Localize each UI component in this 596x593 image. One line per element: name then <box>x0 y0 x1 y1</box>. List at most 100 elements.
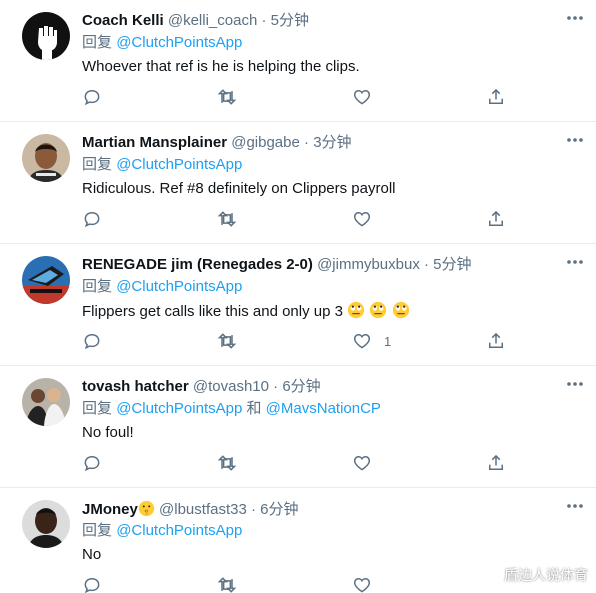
share-button[interactable] <box>486 452 506 474</box>
share-button[interactable] <box>486 330 506 352</box>
heart-icon <box>353 333 371 349</box>
mention-link[interactable]: @ClutchPointsApp <box>116 400 242 417</box>
user-photo-avatar-icon <box>22 134 70 182</box>
reply-button[interactable] <box>82 574 102 593</box>
avatar[interactable] <box>22 12 70 60</box>
eye-roll-emoji-icon <box>392 301 409 319</box>
tweet-text: No foul! <box>82 424 134 441</box>
replying-to-line: 回复 @ClutchPointsApp <box>82 34 242 52</box>
shushing-face-emoji-icon <box>138 500 155 517</box>
raised-fist-avatar-icon <box>22 12 70 60</box>
share-icon <box>489 88 503 104</box>
replying-to-line: 回复 @ClutchPointsApp <box>82 156 242 174</box>
timestamp[interactable]: 6分钟 <box>282 378 320 395</box>
like-button[interactable]: 1 <box>352 330 391 352</box>
eye-roll-emoji-group <box>347 301 409 320</box>
team-logo-avatar-icon <box>22 256 70 304</box>
separator-dot: · <box>261 12 267 29</box>
more-options-icon[interactable] <box>564 8 586 28</box>
share-icon <box>489 210 503 226</box>
reply-feed: Coach Kelli @kelli_coach · 5分钟 回复 @Clutc… <box>0 0 596 593</box>
timestamp[interactable]: 5分钟 <box>433 256 471 273</box>
timestamp[interactable]: 6分钟 <box>260 501 298 518</box>
tweet-item[interactable]: RENEGADE jim (Renegades 2-0) @jimmybuxbu… <box>0 244 596 366</box>
tweet-item[interactable]: Coach Kelli @kelli_coach · 5分钟 回复 @Clutc… <box>0 0 596 122</box>
retweet-icon <box>217 333 237 349</box>
like-button[interactable] <box>352 86 384 108</box>
retweet-button[interactable] <box>216 574 238 593</box>
reply-icon <box>84 455 100 472</box>
reply-button[interactable] <box>82 86 102 108</box>
retweet-button[interactable] <box>216 452 238 474</box>
display-name[interactable]: Coach Kelli <box>82 12 164 29</box>
reply-prefix: 回复 <box>82 156 113 173</box>
heart-icon <box>353 455 371 471</box>
avatar[interactable] <box>22 378 70 426</box>
retweet-icon <box>217 211 237 227</box>
reply-button[interactable] <box>82 330 102 352</box>
retweet-button[interactable] <box>216 330 238 352</box>
reply-prefix: 回复 <box>82 278 113 295</box>
like-button[interactable] <box>352 208 384 230</box>
like-button[interactable] <box>352 452 384 474</box>
eye-roll-emoji-icon <box>348 301 365 319</box>
tweet-item[interactable]: tovash hatcher @tovash10 · 6分钟 回复 @Clutc… <box>0 366 596 488</box>
user-handle[interactable]: @gibgabe <box>231 134 300 151</box>
mention-link[interactable]: @ClutchPointsApp <box>116 34 242 51</box>
timestamp[interactable]: 5分钟 <box>271 12 309 29</box>
tweet-header: Coach Kelli @kelli_coach · 5分钟 <box>82 12 556 30</box>
avatar[interactable] <box>22 134 70 182</box>
display-name[interactable]: RENEGADE jim (Renegades 2-0) <box>82 256 313 273</box>
replying-to-line: 回复 @ClutchPointsApp 和 @MavsNationCP <box>82 400 381 418</box>
like-button[interactable] <box>352 574 384 593</box>
user-handle[interactable]: @jimmybuxbux <box>317 256 420 273</box>
eye-roll-emoji-icon <box>370 301 387 319</box>
avatar[interactable] <box>22 500 70 548</box>
share-icon <box>489 454 503 470</box>
heart-icon <box>353 577 371 593</box>
user-handle[interactable]: @lbustfast33 <box>159 501 247 518</box>
reply-icon <box>84 577 100 593</box>
tweet-item[interactable]: Martian Mansplainer @gibgabe · 3分钟 回复 @C… <box>0 122 596 244</box>
timestamp[interactable]: 3分钟 <box>313 134 351 151</box>
display-name[interactable]: tovash hatcher <box>82 378 189 395</box>
share-button[interactable] <box>486 208 506 230</box>
group-photo-avatar-icon <box>22 378 70 426</box>
replying-to-line: 回复 @ClutchPointsApp <box>82 278 242 296</box>
replying-to-line: 回复 @ClutchPointsApp <box>82 522 242 540</box>
more-options-icon[interactable] <box>564 252 586 272</box>
tweet-actions <box>82 86 512 108</box>
retweet-icon <box>217 89 237 105</box>
mention-link[interactable]: @MavsNationCP <box>266 400 381 417</box>
tweet-text: No <box>82 546 102 563</box>
tweet-text: Whoever that ref is he is helping the cl… <box>82 58 360 75</box>
retweet-button[interactable] <box>216 86 238 108</box>
user-handle[interactable]: @kelli_coach <box>168 12 257 29</box>
reply-button[interactable] <box>82 208 102 230</box>
reply-joiner: 和 <box>246 400 262 417</box>
tweet-text: Ridiculous. Ref #8 definitely on Clipper… <box>82 180 396 197</box>
share-button[interactable] <box>486 86 506 108</box>
more-options-icon[interactable] <box>564 374 586 394</box>
heart-icon <box>353 211 371 227</box>
tweet-header: Martian Mansplainer @gibgabe · 3分钟 <box>82 134 556 152</box>
user-handle[interactable]: @tovash10 <box>193 378 269 395</box>
reply-button[interactable] <box>82 452 102 474</box>
more-options-icon[interactable] <box>564 130 586 150</box>
retweet-button[interactable] <box>216 208 238 230</box>
like-count: 1 <box>384 333 392 349</box>
avatar[interactable] <box>22 256 70 304</box>
tweet-actions <box>82 574 512 593</box>
heart-icon <box>353 89 371 105</box>
display-name[interactable]: Martian Mansplainer <box>82 134 227 151</box>
separator-dot: · <box>304 134 310 151</box>
reply-icon <box>84 89 100 106</box>
display-name[interactable]: JMoney <box>82 501 138 518</box>
mention-link[interactable]: @ClutchPointsApp <box>116 156 242 173</box>
mention-link[interactable]: @ClutchPointsApp <box>116 522 242 539</box>
user-photo-avatar-icon <box>22 500 70 548</box>
watermark: 盾边人说体育 <box>504 568 588 584</box>
tweet-text: Flippers get calls like this and only up… <box>82 303 343 320</box>
mention-link[interactable]: @ClutchPointsApp <box>116 278 242 295</box>
more-options-icon[interactable] <box>564 496 586 516</box>
